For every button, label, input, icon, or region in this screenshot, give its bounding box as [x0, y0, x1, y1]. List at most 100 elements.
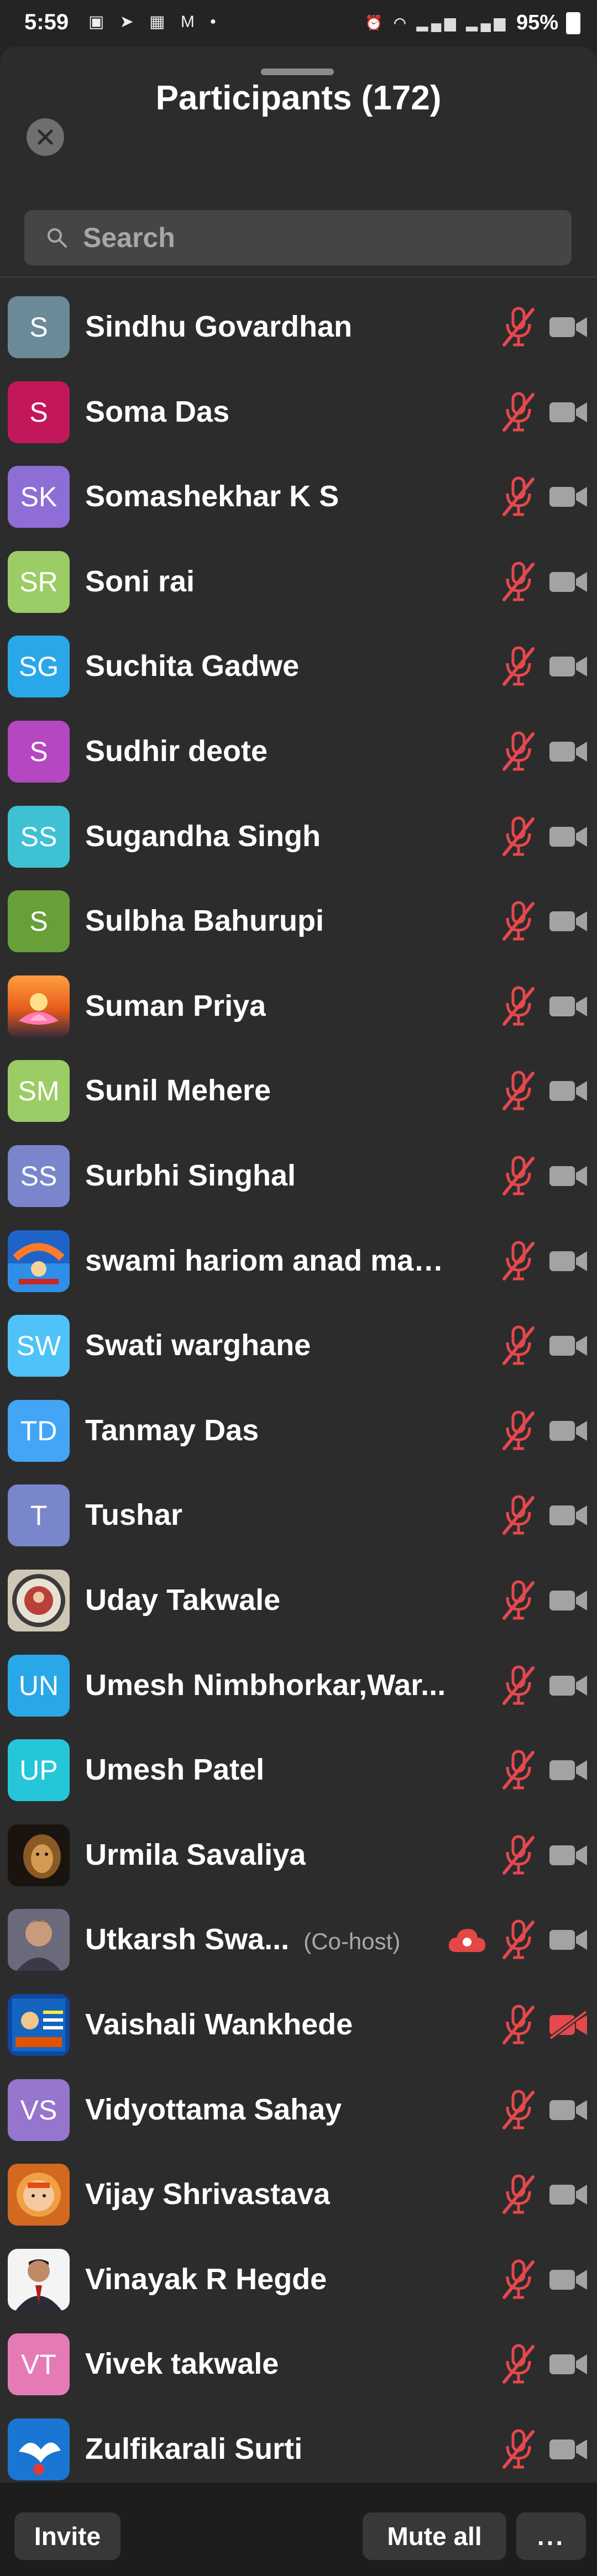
mic-muted-icon[interactable]: [501, 985, 537, 1027]
mic-muted-icon[interactable]: [501, 476, 537, 518]
participant-name: Utkarsh Swa... (Co-host): [85, 1922, 400, 1956]
participant-row[interactable]: VS Vidyottama Sahay: [0, 2068, 597, 2153]
notification-icons: ▣ ➤ ▦ M •: [88, 13, 222, 31]
mic-muted-icon[interactable]: [501, 646, 537, 688]
mic-muted-icon[interactable]: [501, 2004, 537, 2046]
close-button[interactable]: [27, 118, 64, 156]
participant-name-text: swami hariom anad mah...: [85, 1244, 450, 1277]
participant-row[interactable]: Vijay Shrivastava: [0, 2153, 597, 2237]
mic-muted-icon[interactable]: [501, 2089, 537, 2131]
drag-handle[interactable]: [261, 69, 334, 75]
avatar: SS: [8, 805, 70, 868]
video-icon[interactable]: [547, 1924, 589, 1955]
participant-row[interactable]: SS Surbhi Singhal: [0, 1134, 597, 1219]
video-icon[interactable]: [547, 481, 589, 512]
mic-muted-icon[interactable]: [501, 2428, 537, 2470]
video-icon[interactable]: [547, 2264, 589, 2295]
mic-muted-icon[interactable]: [501, 731, 537, 773]
mic-muted-icon[interactable]: [501, 1410, 537, 1452]
mic-muted-icon[interactable]: [501, 2174, 537, 2216]
video-icon[interactable]: [547, 2179, 589, 2210]
video-icon[interactable]: [547, 2095, 589, 2126]
video-icon[interactable]: [547, 2349, 589, 2380]
participant-name-text: Vidyottama Sahay: [85, 2092, 342, 2126]
participant-row[interactable]: Vaishali Wankhede: [0, 1983, 597, 2068]
participant-name: Somashekhar K S: [85, 479, 339, 513]
avatar: [8, 1230, 70, 1292]
participant-row[interactable]: UN Umesh Nimbhorkar,War...: [0, 1644, 597, 1728]
participant-row[interactable]: swami hariom anad mah...: [0, 1219, 597, 1304]
video-icon[interactable]: [547, 1075, 589, 1106]
participant-row[interactable]: UP Umesh Patel: [0, 1728, 597, 1813]
video-icon[interactable]: [547, 651, 589, 682]
video-icon[interactable]: [547, 1500, 589, 1531]
participant-row[interactable]: SW Swati warghane: [0, 1304, 597, 1388]
mic-muted-icon[interactable]: [501, 1580, 537, 1622]
search-bar[interactable]: [24, 210, 572, 265]
video-icon[interactable]: [547, 991, 589, 1022]
mic-muted-icon[interactable]: [501, 1834, 537, 1876]
participant-row[interactable]: SS Sugandha Singh: [0, 795, 597, 879]
participant-row[interactable]: Utkarsh Swa... (Co-host): [0, 1898, 597, 1982]
invite-button[interactable]: Invite: [14, 2512, 121, 2560]
video-icon[interactable]: [547, 1246, 589, 1277]
video-icon[interactable]: [547, 821, 589, 852]
participant-row[interactable]: S Sudhir deote: [0, 710, 597, 794]
participant-row[interactable]: Zulfikarali Surti: [0, 2407, 597, 2492]
video-icon[interactable]: [547, 736, 589, 767]
participant-row[interactable]: TD Tanmay Das: [0, 1389, 597, 1473]
mic-muted-icon[interactable]: [501, 561, 537, 603]
video-icon[interactable]: [547, 1755, 589, 1786]
mic-muted-icon[interactable]: [501, 1919, 537, 1961]
footer-bar: Invite Mute all ...: [0, 2483, 597, 2576]
participant-row[interactable]: VT Vivek takwale: [0, 2322, 597, 2407]
mic-muted-icon[interactable]: [501, 1665, 537, 1707]
participant-row[interactable]: Suman Priya: [0, 964, 597, 1049]
mic-muted-icon[interactable]: [501, 2259, 537, 2301]
mic-muted-icon[interactable]: [501, 1494, 537, 1536]
participant-row[interactable]: SM Sunil Mehere: [0, 1049, 597, 1134]
video-icon[interactable]: [547, 906, 589, 937]
video-icon[interactable]: [547, 1840, 589, 1871]
mic-muted-icon[interactable]: [501, 2343, 537, 2385]
participant-row[interactable]: Uday Takwale: [0, 1559, 597, 1643]
participant-row[interactable]: T Tushar: [0, 1473, 597, 1558]
mic-muted-icon[interactable]: [501, 306, 537, 348]
participant-name: Swati warghane: [85, 1328, 311, 1362]
mic-muted-icon[interactable]: [501, 1749, 537, 1791]
participant-name-text: Zulfikarali Surti: [85, 2432, 303, 2465]
video-icon[interactable]: [547, 397, 589, 428]
video-icon[interactable]: [547, 2434, 589, 2465]
avatar: [8, 2418, 70, 2480]
video-icon[interactable]: [547, 1330, 589, 1361]
mic-muted-icon[interactable]: [501, 1155, 537, 1197]
video-icon[interactable]: [547, 1670, 589, 1701]
search-input[interactable]: [82, 221, 559, 254]
status-bar: 5:59 ▣ ➤ ▦ M • ⏰ ◠ ▂▄▆ ▂▄▆ 95%: [0, 0, 597, 50]
participant-row[interactable]: S Sulbha Bahurupi: [0, 879, 597, 964]
participant-row[interactable]: SR Soni rai: [0, 540, 597, 625]
participant-name: Sunil Mehere: [85, 1073, 271, 1108]
mic-muted-icon[interactable]: [501, 1070, 537, 1112]
video-icon[interactable]: [547, 566, 589, 597]
mute-all-button[interactable]: Mute all: [363, 2512, 506, 2560]
mic-muted-icon[interactable]: [501, 900, 537, 942]
participant-row[interactable]: SK Somashekhar K S: [0, 455, 597, 539]
participant-row[interactable]: S Soma Das: [0, 370, 597, 455]
participant-row[interactable]: SG Suchita Gadwe: [0, 625, 597, 709]
avatar: SG: [8, 636, 70, 698]
participant-row[interactable]: Vinayak R Hegde: [0, 2238, 597, 2322]
more-options-button[interactable]: ...: [516, 2512, 586, 2560]
video-off-icon[interactable]: [547, 2010, 589, 2040]
mic-muted-icon[interactable]: [501, 391, 537, 433]
video-icon[interactable]: [547, 1585, 589, 1616]
mic-muted-icon[interactable]: [501, 1325, 537, 1367]
video-icon[interactable]: [547, 1415, 589, 1446]
avatar: S: [8, 890, 70, 953]
mic-muted-icon[interactable]: [501, 1240, 537, 1282]
participant-row[interactable]: S Sindhu Govardhan: [0, 285, 597, 370]
participant-row[interactable]: Urmila Savaliya: [0, 1813, 597, 1898]
video-icon[interactable]: [547, 312, 589, 343]
video-icon[interactable]: [547, 1161, 589, 1192]
mic-muted-icon[interactable]: [501, 816, 537, 858]
